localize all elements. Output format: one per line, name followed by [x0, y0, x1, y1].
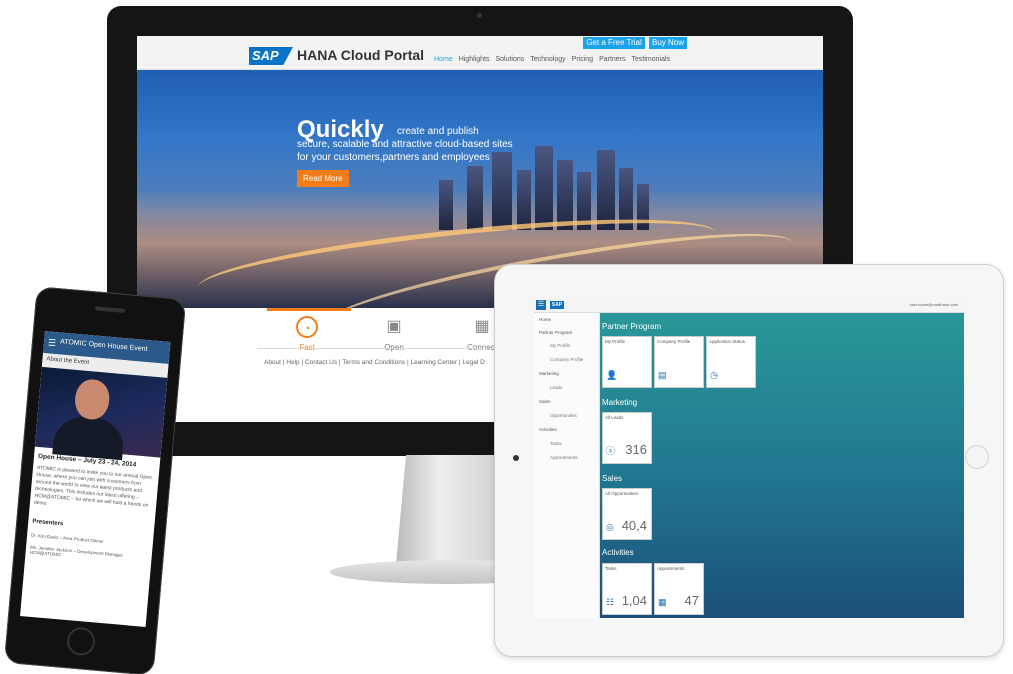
- sidebar-item-tasks[interactable]: Tasks: [550, 441, 562, 446]
- phone-app-title: ATOMIC Open House Event: [59, 338, 148, 354]
- sidebar-item-my-profile[interactable]: My Profile: [550, 343, 570, 348]
- tile-value: 40,4: [621, 518, 647, 533]
- tablet-screen: ☰ SAP user.name@mailinator.com Home Part…: [534, 298, 964, 618]
- dollar-icon: ⓢ: [606, 446, 616, 456]
- sidebar-item-marketing[interactable]: Marketing: [539, 371, 559, 376]
- section-activities: Activities: [602, 548, 634, 557]
- sap-logo[interactable]: SAP: [249, 47, 293, 65]
- tile-company-profile[interactable]: Company Profile ▤: [654, 336, 704, 388]
- clock-icon: ◷: [710, 370, 718, 380]
- open-box-icon: ▣: [386, 318, 402, 335]
- monitor-camera: [477, 13, 482, 18]
- sidebar-item-opportunities[interactable]: Opportunities: [550, 413, 577, 418]
- sidebar-item-leads[interactable]: Leads: [550, 385, 562, 390]
- tile-label: Appointments: [657, 566, 685, 571]
- hero-headline-rest: create and publish: [397, 126, 479, 137]
- main-nav: Home Highlights Solutions Technology Pri…: [434, 56, 670, 63]
- tile-appointments[interactable]: Appointments ▦ 47: [654, 563, 704, 615]
- opportunity-icon: ◎: [606, 522, 614, 532]
- sidebar-item-appointments[interactable]: Appointments: [550, 455, 578, 460]
- tablet-sap-logo[interactable]: SAP: [550, 301, 564, 309]
- task-list-icon: ☷: [606, 597, 615, 607]
- calendar-icon: ▦: [658, 597, 667, 607]
- tile-label: Tasks: [605, 566, 617, 571]
- section-partner-program: Partner Program: [602, 322, 662, 331]
- tile-my-profile[interactable]: My Profile 👤: [602, 336, 652, 388]
- tile-value: 316: [625, 442, 647, 457]
- presenters-heading: Presenters: [32, 518, 64, 528]
- nav-highlights[interactable]: Highlights: [459, 56, 490, 63]
- tile-value: 1,04: [621, 593, 647, 608]
- nav-testimonials[interactable]: Testimonials: [632, 56, 671, 63]
- nav-technology[interactable]: Technology: [530, 56, 565, 63]
- tile-label: All Opportunities: [605, 491, 639, 496]
- tile-label: My Profile: [605, 339, 626, 344]
- city-building: [517, 170, 531, 230]
- tablet-sidebar: Home Partner Program My Profile Company …: [534, 313, 600, 618]
- tablet-camera: [513, 455, 519, 461]
- phone-home-button[interactable]: [65, 626, 97, 657]
- hamburger-menu-icon[interactable]: ☰: [536, 300, 546, 310]
- hamburger-menu-icon[interactable]: ☰: [47, 337, 57, 349]
- tile-all-leads[interactable]: All Leads ⓢ 316: [602, 412, 652, 464]
- tablet-shell-bar: ☰ SAP user.name@mailinator.com: [534, 298, 964, 313]
- tablet-user-menu[interactable]: user.name@mailinator.com: [909, 302, 958, 307]
- monitor-stand: [395, 455, 505, 575]
- presenter-suit: [52, 414, 126, 461]
- sidebar-item-partner-program[interactable]: Partner Program: [539, 330, 572, 335]
- tablet-home-button[interactable]: [965, 445, 989, 469]
- nav-solutions[interactable]: Solutions: [495, 56, 524, 63]
- sidebar-item-company-profile[interactable]: Company Profile: [550, 357, 583, 362]
- city-building: [467, 166, 483, 230]
- section-sales: Sales: [602, 474, 623, 483]
- city-building: [557, 160, 573, 230]
- hero-line-2: secure, scalable and attractive cloud-ba…: [297, 139, 513, 150]
- buy-now-button[interactable]: Buy Now: [649, 37, 687, 49]
- read-more-button[interactable]: Read More: [297, 170, 349, 187]
- city-building: [535, 146, 553, 230]
- hero-subline: secure, scalable and attractive cloud-ba…: [297, 138, 513, 164]
- site-header: SAP HANA Cloud Portal Get a Free Trial B…: [137, 36, 823, 70]
- city-building: [597, 150, 615, 230]
- free-trial-button[interactable]: Get a Free Trial: [583, 37, 645, 49]
- site-title: HANA Cloud Portal: [297, 47, 425, 63]
- phone-earpiece: [94, 306, 126, 313]
- tile-all-opportunities[interactable]: All Opportunities ◎ 40,4: [602, 488, 652, 540]
- city-building: [439, 180, 453, 230]
- feature-active-indicator: [267, 308, 351, 311]
- company-icon: ▤: [658, 370, 667, 380]
- tile-label: Application Status: [709, 339, 746, 344]
- phone-screen: ☰ ATOMIC Open House Event About the Even…: [20, 331, 171, 627]
- footer-links[interactable]: About | Help | Contact Us | Terms and Co…: [264, 359, 485, 366]
- section-marketing: Marketing: [602, 398, 638, 407]
- tile-tasks[interactable]: Tasks ☷ 1,04: [602, 563, 652, 615]
- feature-fast[interactable]: ◔Fast: [272, 316, 342, 352]
- presenter-item: Ms. Jennifer Jackson – Development Manag…: [29, 544, 124, 558]
- sidebar-item-activities[interactable]: Activities: [539, 427, 557, 432]
- tile-label: Company Profile: [657, 339, 691, 344]
- sidebar-item-home[interactable]: Home: [539, 317, 551, 322]
- sidebar-item-sales[interactable]: Sales: [539, 399, 550, 404]
- feature-open[interactable]: ▣Open: [359, 316, 429, 352]
- hero-line-3: for your customers,partners and employee…: [297, 152, 490, 163]
- tile-value: 47: [684, 593, 699, 608]
- speedometer-icon: ◔: [296, 316, 318, 338]
- nav-home[interactable]: Home: [434, 56, 453, 63]
- smartphone-device: ☰ ATOMIC Open House Event About the Even…: [3, 286, 187, 674]
- presenter-face: [73, 378, 111, 421]
- device-mockup-stage: SAP HANA Cloud Portal Get a Free Trial B…: [0, 0, 1013, 674]
- nav-pricing[interactable]: Pricing: [572, 56, 593, 63]
- nav-partners[interactable]: Partners: [599, 56, 625, 63]
- presenter-photo: [34, 366, 168, 461]
- tile-label: All Leads: [605, 415, 624, 420]
- event-description: ATOMIC is pleased to invite you to our a…: [33, 464, 152, 509]
- person-icon: 👤: [606, 370, 618, 380]
- tile-application-status[interactable]: Application Status ◷: [706, 336, 756, 388]
- puzzle-icon: ▦: [474, 318, 490, 335]
